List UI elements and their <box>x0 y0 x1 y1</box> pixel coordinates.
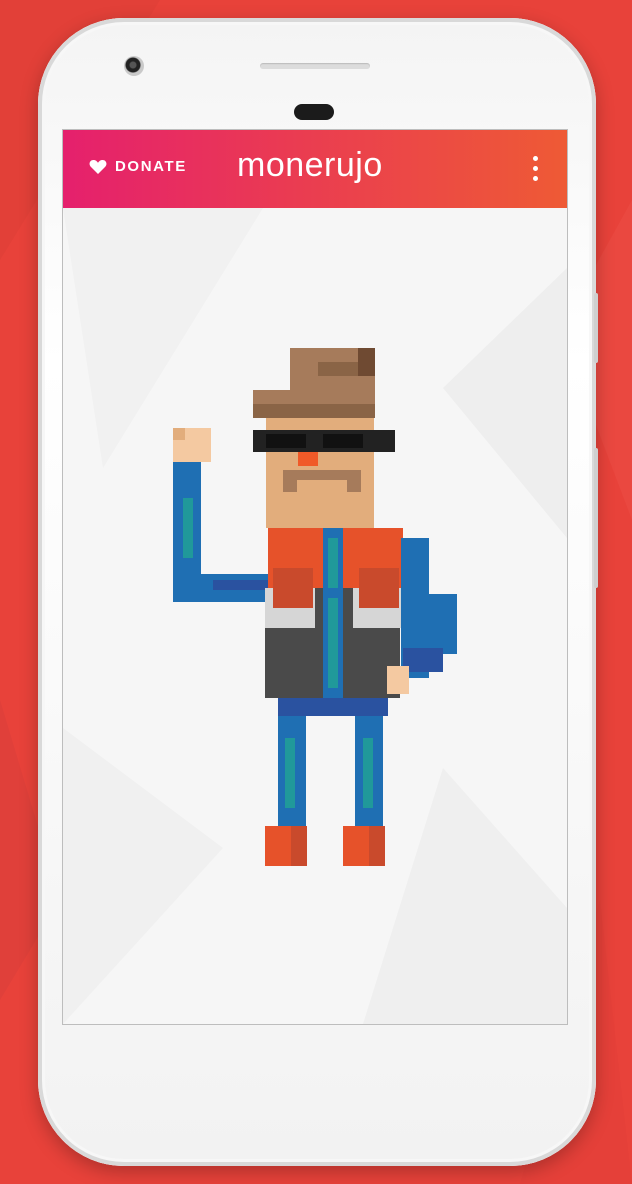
mustache <box>283 470 361 480</box>
main-content <box>63 208 567 1024</box>
app-screen: DONATE monerujo <box>62 129 568 1025</box>
right-hand <box>387 666 409 694</box>
heart-icon <box>89 159 107 174</box>
volume-button <box>594 448 598 588</box>
proximity-sensor <box>294 104 334 120</box>
power-button <box>594 293 598 363</box>
donate-label: DONATE <box>115 158 187 175</box>
app-bar: DONATE monerujo <box>63 130 567 208</box>
more-vert-icon[interactable] <box>525 154 545 184</box>
donate-button[interactable]: DONATE <box>89 158 187 175</box>
front-camera <box>124 56 144 76</box>
app-logo: monerujo <box>237 146 383 184</box>
belt <box>278 698 388 716</box>
mascot-illustration <box>173 348 457 866</box>
phone-frame: DONATE monerujo <box>38 18 598 1166</box>
earpiece-speaker <box>260 63 370 69</box>
